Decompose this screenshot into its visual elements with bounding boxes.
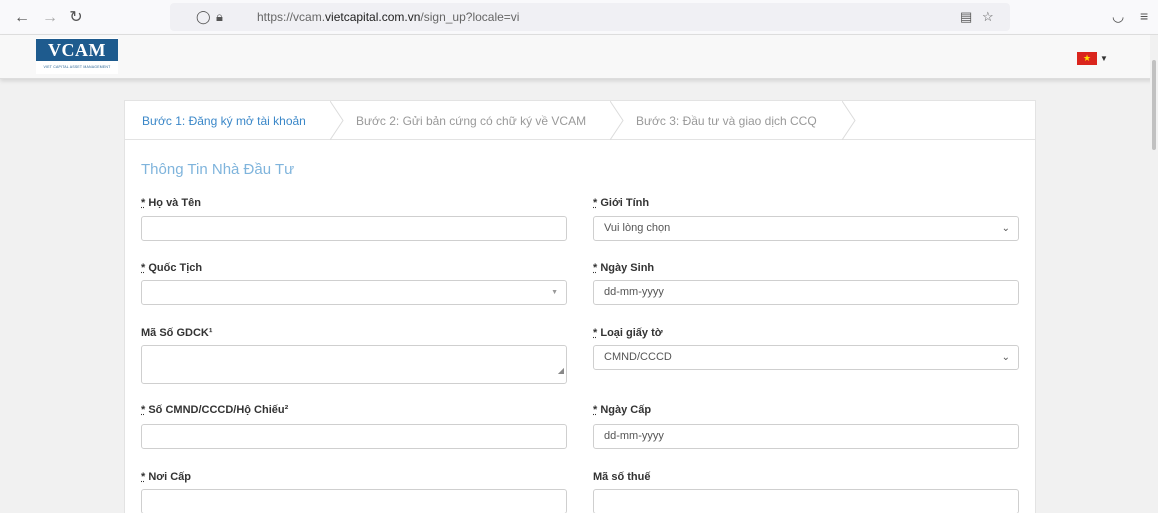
bookmark-star-icon[interactable]: ☆	[982, 9, 994, 25]
id-type-label: * Loại giấy tờ	[593, 327, 663, 339]
chevron-down-icon: ⌄	[1001, 352, 1010, 363]
issue-date-label: * Ngày Cấp	[593, 404, 652, 416]
logo-subtext: VIET CAPITAL ASSET MANAGEMENT	[43, 65, 111, 69]
signup-card: Bước 1: Đăng ký mở tài khoản Bước 2: Gửi…	[124, 100, 1036, 513]
required-mark: *	[593, 197, 598, 209]
scrollbar-thumb[interactable]	[1152, 60, 1156, 150]
issue-place-input[interactable]	[141, 489, 567, 513]
required-mark: *	[141, 471, 146, 483]
gender-label: * Giới Tính	[593, 197, 650, 209]
gender-select[interactable]: Vui lòng chọn ⌄	[593, 216, 1019, 241]
menu-icon[interactable]: ≡	[1140, 8, 1148, 24]
vietnam-flag-icon[interactable]: ★	[1077, 52, 1097, 65]
required-mark: *	[593, 327, 598, 339]
gender-value: Vui lòng chọn	[604, 222, 671, 234]
caret-down-icon: ▼	[551, 289, 558, 296]
nationality-label: * Quốc Tịch	[141, 262, 203, 274]
gdck-label: Mã Số GDCK¹	[141, 327, 213, 339]
url-text: https://vcam.vietcapital.com.vn/sign_up?…	[257, 10, 520, 24]
full-name-input[interactable]	[141, 216, 567, 241]
step-separator-icon	[842, 101, 856, 140]
required-mark: *	[593, 262, 598, 274]
step-1[interactable]: Bước 1: Đăng ký mở tài khoản	[142, 114, 306, 128]
required-mark: *	[141, 197, 146, 209]
tax-code-label: Mã số thuế	[593, 471, 651, 483]
language-caret-icon[interactable]: ▼	[1100, 54, 1108, 63]
browser-toolbar: ← → ↻ ◯ 🔒︎ https://vcam.vietcapital.com.…	[0, 0, 1158, 35]
step-tabs: Bước 1: Đăng ký mở tài khoản Bước 2: Gửi…	[125, 101, 1035, 140]
vcam-logo[interactable]: VCAM VIET CAPITAL ASSET MANAGEMENT	[36, 38, 118, 74]
step-3[interactable]: Bước 3: Đầu tư và giao dịch CCQ	[636, 114, 817, 128]
id-type-select[interactable]: CMND/CCCD ⌄	[593, 345, 1019, 370]
nationality-select[interactable]: ▼	[141, 280, 567, 305]
back-arrow-icon[interactable]: ←	[12, 8, 32, 28]
id-number-input[interactable]	[141, 424, 567, 449]
lock-icon[interactable]: 🔒︎	[216, 9, 223, 25]
required-mark: *	[141, 404, 146, 416]
step-separator-icon	[610, 101, 624, 140]
shield-icon[interactable]: ◯	[196, 9, 211, 25]
logo-text: VCAM	[36, 39, 118, 61]
tax-code-input[interactable]	[593, 489, 1019, 513]
dob-input[interactable]: dd-mm-yyyy	[593, 280, 1019, 305]
dob-label: * Ngày Sinh	[593, 262, 655, 274]
id-type-value: CMND/CCCD	[604, 351, 672, 363]
section-title: Thông Tin Nhà Đầu Tư	[141, 161, 295, 178]
id-number-label: * Số CMND/CCCD/Hộ Chiếu²	[141, 404, 289, 416]
address-bar[interactable]: ◯ 🔒︎ https://vcam.vietcapital.com.vn/sig…	[170, 3, 1010, 31]
forward-arrow-icon[interactable]: →	[40, 8, 60, 28]
resize-handle-icon[interactable]: ◢	[558, 359, 564, 382]
site-header: VCAM VIET CAPITAL ASSET MANAGEMENT ★ ▼	[0, 35, 1158, 79]
required-mark: *	[593, 404, 598, 416]
pocket-icon[interactable]: ◡	[1112, 8, 1124, 25]
step-separator-icon	[330, 101, 344, 140]
issue-place-label: * Nơi Cấp	[141, 471, 192, 483]
gdck-textarea[interactable]: ◢	[141, 345, 567, 384]
required-mark: *	[141, 262, 146, 274]
reload-icon[interactable]: ↻	[66, 8, 86, 28]
step-2[interactable]: Bước 2: Gửi bản cứng có chữ ký về VCAM	[356, 114, 586, 128]
issue-date-input[interactable]: dd-mm-yyyy	[593, 424, 1019, 449]
reader-view-icon[interactable]: ▤	[960, 9, 972, 25]
full-name-label: * Họ và Tên	[141, 197, 201, 209]
chevron-down-icon: ⌄	[1001, 223, 1010, 234]
